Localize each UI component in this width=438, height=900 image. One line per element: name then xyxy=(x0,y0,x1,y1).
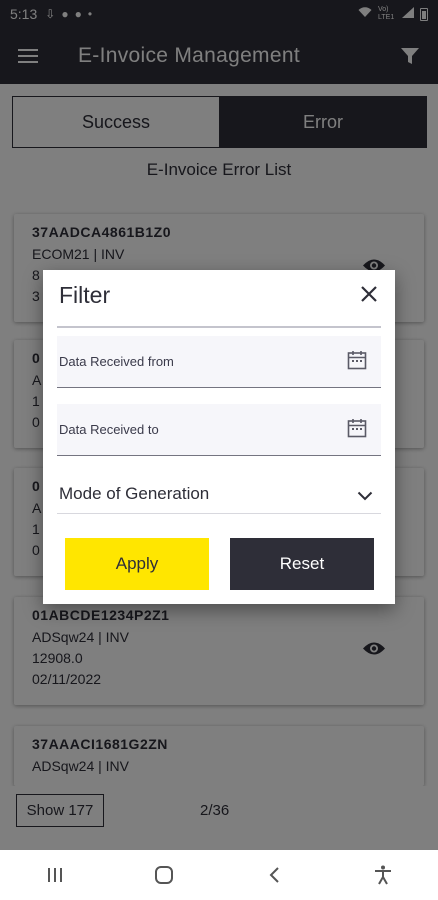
dialog-title: Filter xyxy=(59,282,111,308)
home-button[interactable] xyxy=(134,850,194,900)
accessibility-icon xyxy=(375,865,392,885)
calendar-icon[interactable] xyxy=(347,350,367,373)
filter-dialog: Filter Data Received from Data Received … xyxy=(43,270,395,604)
back-button[interactable] xyxy=(244,850,304,900)
date-to-field[interactable]: Data Received to xyxy=(57,404,381,456)
mode-of-generation-select[interactable]: Mode of Generation xyxy=(57,474,381,514)
close-icon xyxy=(361,286,377,302)
home-icon xyxy=(155,866,174,884)
system-nav-bar xyxy=(0,850,438,900)
back-icon xyxy=(269,867,279,883)
mode-select-label: Mode of Generation xyxy=(59,483,210,503)
recent-apps-button[interactable] xyxy=(25,850,85,900)
apply-button[interactable]: Apply xyxy=(65,538,209,590)
recent-apps-icon xyxy=(47,868,62,882)
calendar-icon[interactable] xyxy=(347,418,367,441)
date-to-label: Data Received to xyxy=(59,422,159,437)
date-from-label: Data Received from xyxy=(59,354,174,369)
accessibility-button[interactable] xyxy=(353,850,413,900)
divider xyxy=(57,326,381,328)
close-button[interactable] xyxy=(357,282,381,306)
chevron-down-icon xyxy=(357,486,373,506)
date-from-field[interactable]: Data Received from xyxy=(57,336,381,388)
reset-button[interactable]: Reset xyxy=(230,538,374,590)
